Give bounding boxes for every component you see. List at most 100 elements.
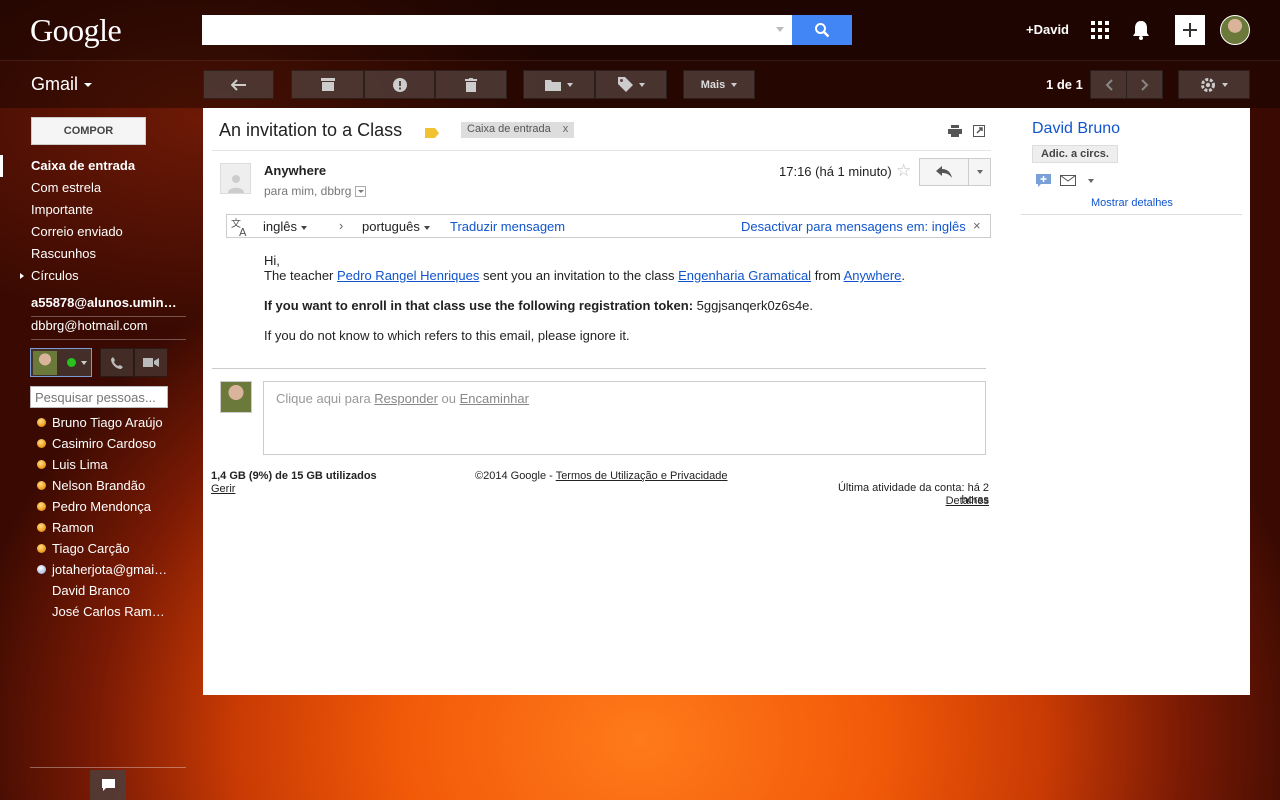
reply-button[interactable]	[919, 158, 969, 186]
account-secondary[interactable]: dbbrg@hotmail.com	[31, 318, 181, 333]
chat-icon[interactable]	[1036, 174, 1051, 191]
idle-status-icon	[37, 439, 46, 448]
gmail-menu[interactable]: Gmail	[31, 74, 93, 95]
call-phone-button[interactable]	[100, 348, 134, 377]
chevron-down-icon	[976, 170, 983, 174]
chat-contact[interactable]: Luis Lima	[0, 454, 168, 475]
chevron-down-icon	[423, 225, 430, 230]
sender-avatar	[220, 163, 251, 194]
chat-toggle-button[interactable]	[90, 770, 126, 800]
pager-count: 1 de 1	[1046, 77, 1083, 92]
more-options-button[interactable]	[968, 158, 991, 186]
more-actions-button[interactable]: Mais	[683, 70, 755, 99]
new-window-icon[interactable]	[973, 125, 985, 140]
chat-contact[interactable]: jotaherjota@gmail.com	[0, 559, 168, 580]
activity-details-link[interactable]: Detalhes	[810, 495, 989, 507]
translate-icon: 文A	[231, 217, 251, 240]
sidebar-item-inbox[interactable]: Caixa de entrada	[0, 155, 190, 177]
show-details-link[interactable]: Mostrar detalhes	[1091, 197, 1173, 209]
copyright: ©2014 Google - Termos de Utilização e Pr…	[475, 470, 728, 482]
compose-button[interactable]: COMPOR	[31, 117, 146, 145]
chat-contact[interactable]: Bruno Tiago Araújo	[0, 412, 168, 433]
more-label: Mais	[700, 78, 726, 91]
sender-name[interactable]: Anywhere	[264, 163, 326, 178]
remove-label-button[interactable]: x	[563, 123, 569, 135]
account-primary[interactable]: a55878@alunos.uminho.pt	[31, 295, 181, 310]
sidebar-item-sent[interactable]: Correio enviado	[0, 221, 190, 243]
idle-status-icon	[37, 481, 46, 490]
search-button[interactable]	[792, 15, 852, 45]
message-subject: An invitation to a Class	[219, 120, 403, 140]
show-details-icon[interactable]	[355, 186, 367, 198]
people-search-box[interactable]	[30, 386, 168, 408]
archive-button[interactable]	[291, 70, 364, 99]
share-button[interactable]	[1175, 15, 1205, 45]
avatar	[33, 350, 57, 375]
plus-user-link[interactable]: +David	[1026, 22, 1069, 37]
chat-contact[interactable]: David Branco	[0, 580, 168, 601]
sidebar-item-important[interactable]: Importante	[0, 199, 190, 221]
newer-button[interactable]	[1090, 70, 1127, 99]
contact-name[interactable]: David Bruno	[1032, 120, 1120, 138]
chat-contact[interactable]: José Carlos Ramalho	[0, 601, 168, 622]
chat-bubble-icon	[101, 778, 115, 791]
back-button[interactable]	[203, 70, 274, 99]
reply-box[interactable]: Clique aqui para Responder ou Encaminhar	[263, 381, 986, 455]
phone-icon	[111, 356, 123, 369]
move-to-button[interactable]	[523, 70, 595, 99]
sidebar-item-starred[interactable]: Com estrela	[0, 177, 190, 199]
chat-contact[interactable]: Casimiro Cardoso	[0, 433, 168, 454]
translate-message-link[interactable]: Traduzir mensagem	[450, 219, 565, 234]
manage-storage-link[interactable]: Gerir	[211, 483, 235, 495]
importance-marker-icon[interactable]	[425, 126, 439, 141]
search-options-icon[interactable]	[776, 27, 784, 32]
older-button[interactable]	[1126, 70, 1163, 99]
video-call-button[interactable]	[134, 348, 168, 377]
chevron-right-icon	[1140, 78, 1148, 91]
report-spam-button[interactable]	[364, 70, 435, 99]
sidebar-item-circles[interactable]: Círculos	[0, 265, 190, 287]
message-panel: An invitation to a Class Caixa de entrad…	[203, 108, 1250, 695]
toolbar: Gmail Mais 1 de 1	[0, 60, 1280, 108]
anywhere-link[interactable]: Anywhere	[844, 268, 902, 283]
reply-link[interactable]: Responder	[374, 391, 438, 406]
chevron-down-icon[interactable]	[1088, 179, 1094, 183]
star-icon[interactable]: ☆	[896, 161, 911, 181]
target-language-select[interactable]: português	[362, 219, 430, 234]
people-search-input[interactable]	[31, 387, 167, 407]
label-chip-inbox[interactable]: Caixa de entrada x	[461, 122, 575, 138]
ignore-line: If you do not know to which refers to th…	[264, 328, 630, 343]
add-to-circles-button[interactable]: Adic. a circs.	[1032, 145, 1118, 163]
source-language-select[interactable]: inglês	[263, 219, 307, 234]
terms-link[interactable]: Termos de Utilização e Privacidade	[556, 470, 728, 482]
expand-arrow-icon[interactable]	[20, 273, 24, 279]
apps-grid-icon[interactable]	[1091, 21, 1109, 39]
chat-status-selector[interactable]	[30, 348, 92, 377]
class-link[interactable]: Engenharia Gramatical	[678, 268, 811, 283]
chevron-down-icon	[84, 83, 93, 88]
print-icon[interactable]	[948, 125, 962, 140]
search-input[interactable]	[202, 15, 792, 45]
delete-button[interactable]	[435, 70, 507, 99]
folder-icon	[545, 79, 561, 91]
search-box[interactable]	[202, 15, 792, 45]
sidebar-item-drafts[interactable]: Rascunhos	[0, 243, 190, 265]
chat-contact[interactable]: Nelson Brandão	[0, 475, 168, 496]
idle-status-icon	[37, 523, 46, 532]
top-bar: Google +David	[0, 0, 1280, 60]
account-avatar[interactable]	[1220, 15, 1250, 45]
token-line: If you want to enroll in that class use …	[264, 298, 814, 313]
notifications-bell-icon[interactable]	[1131, 19, 1151, 44]
labels-button[interactable]	[595, 70, 667, 99]
forward-link[interactable]: Encaminhar	[460, 391, 529, 406]
chat-contact[interactable]: Tiago Carção	[0, 538, 168, 559]
close-icon[interactable]: ×	[973, 218, 981, 233]
teacher-link[interactable]: Pedro Rangel Henriques	[337, 268, 479, 283]
divider	[212, 368, 986, 369]
google-logo[interactable]: Google	[30, 12, 122, 49]
chat-contact[interactable]: Ramon	[0, 517, 168, 538]
settings-button[interactable]	[1178, 70, 1250, 99]
mail-icon[interactable]	[1060, 174, 1076, 189]
disable-translation-link[interactable]: Desactivar para mensagens em: inglês	[741, 219, 966, 234]
chat-contact[interactable]: Pedro Mendonça	[0, 496, 168, 517]
